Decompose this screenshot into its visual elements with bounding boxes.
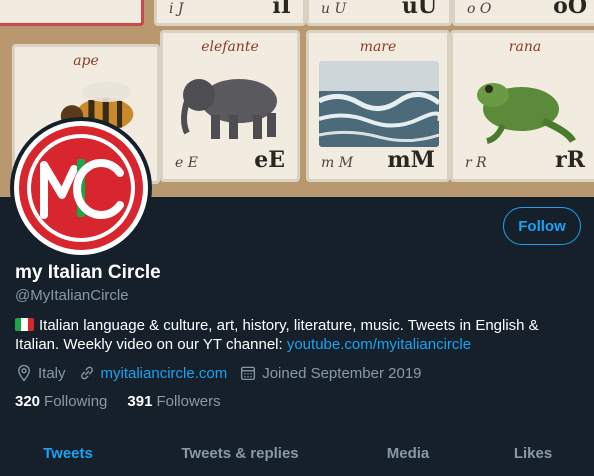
- frog-illustration: [477, 83, 577, 144]
- banner-card-o: o O oO: [452, 0, 594, 26]
- tab-tweets[interactable]: Tweets: [0, 430, 136, 476]
- meta-website: myitaliancircle.com: [78, 364, 228, 382]
- banner-card-illustrated: [0, 0, 144, 26]
- meta-joined: Joined September 2019: [239, 364, 422, 382]
- script-letter: m M: [321, 155, 354, 171]
- profile-tabs: Tweets Tweets & replies Media Likes: [0, 430, 594, 476]
- print-letter: mM: [387, 147, 435, 173]
- bio-youtube-link[interactable]: youtube.com/myitaliancircle: [287, 336, 471, 353]
- follow-button[interactable]: Follow: [503, 207, 581, 245]
- italy-flag-icon: [15, 318, 34, 331]
- script-letter: i J: [169, 1, 184, 17]
- website-link[interactable]: myitaliancircle.com: [101, 365, 228, 382]
- tab-tweets-and-replies[interactable]: Tweets & replies: [136, 430, 344, 476]
- print-letter: eE: [254, 147, 285, 173]
- location-text: Italy: [38, 364, 66, 382]
- location-pin-icon: [18, 364, 30, 382]
- following-count: 320: [15, 393, 41, 410]
- following-label: Following: [44, 393, 108, 410]
- print-letter: uU: [401, 0, 437, 19]
- link-icon: [80, 366, 93, 380]
- print-letter: rR: [555, 147, 585, 173]
- meta-location: Italy: [15, 364, 66, 382]
- followers-count: 391: [127, 393, 153, 410]
- profile-name: my Italian Circle: [15, 262, 161, 283]
- script-letter: e E: [175, 155, 198, 171]
- follow-counts: 320 Following 391 Followers: [15, 393, 241, 410]
- banner-card-i: i J iI: [154, 0, 306, 26]
- banner-card-elefante: elefante e E eE: [160, 30, 300, 182]
- calendar-icon: [241, 366, 256, 381]
- print-letter: iI: [272, 0, 291, 19]
- profile-avatar[interactable]: [10, 117, 152, 259]
- tab-likes[interactable]: Likes: [472, 430, 594, 476]
- print-letter: oO: [553, 0, 587, 19]
- tab-media[interactable]: Media: [344, 430, 472, 476]
- banner-card-u: u U uU: [306, 0, 452, 26]
- mic-logo-icon: [40, 159, 124, 219]
- profile-bio: Italian language & culture, art, history…: [15, 316, 577, 354]
- script-letter: o O: [467, 1, 492, 17]
- banner-card-rana: rana r R rR: [450, 30, 594, 182]
- card-word: mare: [359, 39, 397, 55]
- avatar-logo: [14, 121, 148, 255]
- banner-card-mare: mare m M mM: [306, 30, 450, 182]
- profile-meta: Italy myitaliancircle.com Joined Septemb…: [15, 363, 434, 383]
- script-letter: r R: [465, 155, 487, 171]
- elephant-illustration: [181, 79, 277, 139]
- profile-handle: @MyItalianCircle: [15, 287, 129, 304]
- sea-illustration: [319, 61, 439, 147]
- joined-text: Joined September 2019: [262, 364, 422, 382]
- script-letter: u U: [321, 1, 347, 17]
- following-count-link[interactable]: 320 Following: [15, 393, 107, 410]
- card-word: rana: [508, 39, 542, 55]
- followers-label: Followers: [156, 393, 221, 410]
- followers-count-link[interactable]: 391 Followers: [127, 393, 220, 410]
- card-word: elefante: [201, 39, 259, 55]
